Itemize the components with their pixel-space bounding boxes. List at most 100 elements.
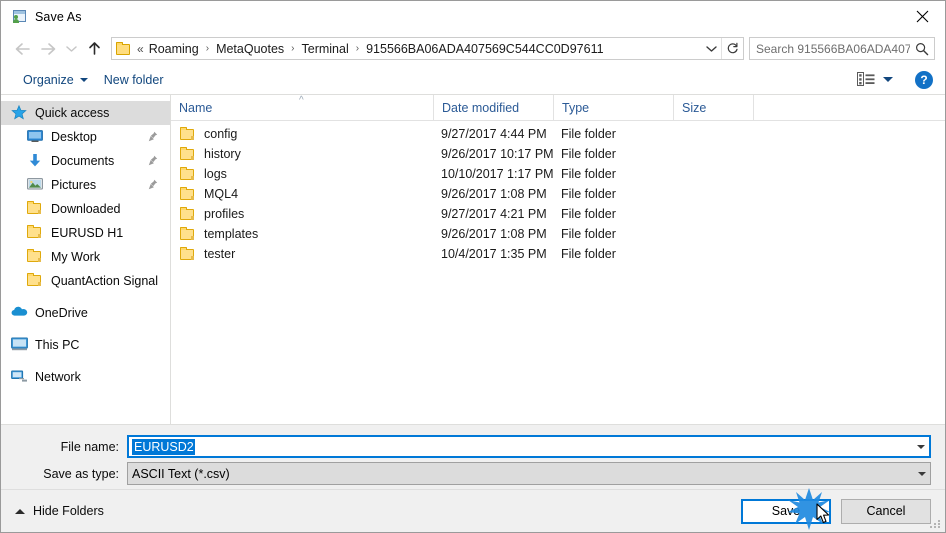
file-date-cell: 9/26/2017 10:17 PM xyxy=(441,147,553,161)
file-date-cell: 10/4/2017 1:35 PM xyxy=(441,247,547,261)
table-row[interactable]: tester 10/4/2017 1:35 PM File folder xyxy=(171,244,945,264)
table-row[interactable]: config 9/27/2017 4:44 PM File folder xyxy=(171,124,945,144)
sidebar-item-quick-access[interactable]: Quick access xyxy=(1,101,170,125)
save-as-type-select[interactable]: ASCII Text (*.csv) xyxy=(127,462,931,485)
organize-label: Organize xyxy=(23,72,74,87)
sidebar-item-onedrive[interactable]: OneDrive xyxy=(1,301,170,325)
help-button[interactable]: ? xyxy=(915,70,933,89)
column-header-name[interactable]: Name ^ xyxy=(171,95,433,121)
table-row[interactable]: MQL4 9/26/2017 1:08 PM File folder xyxy=(171,184,945,204)
sidebar-item-desktop[interactable]: Desktop xyxy=(1,125,170,149)
folder-icon xyxy=(180,127,196,141)
back-arrow-icon[interactable] xyxy=(9,36,35,62)
address-chevron-down-icon[interactable] xyxy=(701,38,721,59)
file-list-pane: Name ^ Date modified Type Size config 9/… xyxy=(171,94,945,424)
save-form: File name: EURUSD2 Save as type: ASCII T… xyxy=(1,425,945,490)
command-toolbar: Organize New folder ? xyxy=(1,65,945,95)
new-folder-button[interactable]: New folder xyxy=(96,69,172,91)
view-chevron-down-icon[interactable] xyxy=(883,77,893,82)
folder-icon xyxy=(27,273,45,289)
star-icon xyxy=(11,104,29,121)
breadcrumb-item-metaquotes[interactable]: MetaQuotes xyxy=(214,42,286,56)
pin-icon[interactable] xyxy=(148,155,158,166)
breadcrumb-separator-icon[interactable]: › xyxy=(351,43,364,54)
breadcrumb-item-guid[interactable]: 915566BA06ADA407569C544CC0D97611 xyxy=(364,42,605,56)
navigation-bar: « Roaming › MetaQuotes › Terminal › 9155… xyxy=(1,32,945,65)
file-name-cell: history xyxy=(171,147,433,161)
search-icon[interactable] xyxy=(910,42,934,56)
folder-icon xyxy=(180,187,196,201)
onedrive-cloud-icon xyxy=(11,305,29,321)
hide-folders-button[interactable]: Hide Folders xyxy=(11,504,104,518)
breadcrumb-item-terminal[interactable]: Terminal xyxy=(300,42,351,56)
column-header-type[interactable]: Type xyxy=(553,94,673,121)
folder-icon xyxy=(180,207,196,221)
pictures-icon xyxy=(27,177,45,193)
folder-icon xyxy=(180,227,196,241)
dialog-footer: Hide Folders Save Cancel xyxy=(1,490,945,532)
dialog-body: Quick access Desktop Documents Pictures … xyxy=(1,94,945,425)
table-row[interactable]: profiles 9/27/2017 4:21 PM File folder xyxy=(171,204,945,224)
pin-icon[interactable] xyxy=(148,179,158,190)
save-as-type-label: Save as type: xyxy=(43,466,119,481)
desktop-icon xyxy=(27,129,45,145)
title-bar: Save As xyxy=(1,1,945,32)
sidebar-item-network[interactable]: Network xyxy=(1,365,170,389)
file-date-cell: 9/27/2017 4:21 PM xyxy=(441,207,547,221)
breadcrumb-separator-icon[interactable]: › xyxy=(286,43,299,54)
cancel-button[interactable]: Cancel xyxy=(841,498,931,524)
save-as-dialog: Save As « Roaming › MetaQuotes › Termina xyxy=(0,0,946,533)
sidebar-item-this-pc[interactable]: This PC xyxy=(1,333,170,357)
breadcrumb-item-roaming[interactable]: Roaming xyxy=(147,42,201,56)
column-header-size[interactable]: Size xyxy=(673,94,753,121)
sidebar-item-pictures[interactable]: Pictures xyxy=(1,173,170,197)
file-name-input[interactable]: EURUSD2 xyxy=(127,435,931,458)
sidebar-item-quantaction-signal[interactable]: QuantAction Signal xyxy=(1,269,170,293)
folder-icon xyxy=(27,225,45,241)
file-type-cell: File folder xyxy=(561,227,616,241)
column-header-date-modified[interactable]: Date modified xyxy=(433,94,553,121)
sidebar-item-documents[interactable]: Documents xyxy=(1,149,170,173)
sidebar-item-eurusd-h1[interactable]: EURUSD H1 xyxy=(1,221,170,245)
resize-grip[interactable] xyxy=(930,518,942,530)
new-folder-label: New folder xyxy=(103,72,164,87)
forward-arrow-icon[interactable] xyxy=(35,36,61,62)
pin-icon[interactable] xyxy=(148,131,158,142)
file-name-cell: config xyxy=(171,127,433,141)
file-type-cell: File folder xyxy=(561,247,616,261)
file-type-cell: File folder xyxy=(561,207,616,221)
breadcrumb-separator-icon[interactable]: › xyxy=(201,43,214,54)
breadcrumb-overflow[interactable]: « xyxy=(134,42,147,56)
save-button[interactable]: Save xyxy=(741,498,831,524)
file-name-cell: tester xyxy=(171,247,433,261)
file-name-chevron-down-icon[interactable] xyxy=(912,437,929,456)
save-as-app-icon xyxy=(11,9,27,25)
table-row[interactable]: logs 10/10/2017 1:17 PM File folder xyxy=(171,164,945,184)
network-icon xyxy=(11,369,29,385)
address-bar[interactable]: « Roaming › MetaQuotes › Terminal › 9155… xyxy=(111,37,744,60)
refresh-icon[interactable] xyxy=(721,38,743,59)
sidebar-item-label: Pictures xyxy=(51,178,97,192)
recent-locations-chevron-down-icon[interactable] xyxy=(61,36,81,62)
sidebar-item-label: Documents xyxy=(51,154,115,168)
file-name-label: config xyxy=(204,127,238,141)
file-type-cell: File folder xyxy=(561,187,616,201)
file-name-label: File name: xyxy=(60,439,119,454)
sidebar-item-downloaded[interactable]: Downloaded xyxy=(1,197,170,221)
table-row[interactable]: history 9/26/2017 10:17 PM File folder xyxy=(171,144,945,164)
up-arrow-icon[interactable] xyxy=(81,36,107,62)
sidebar-item-my-work[interactable]: My Work xyxy=(1,245,170,269)
search-input[interactable]: Search 915566BA06ADA40756... xyxy=(749,37,935,60)
file-name-label: logs xyxy=(204,167,227,181)
close-icon[interactable] xyxy=(899,1,945,31)
file-date-cell: 9/26/2017 1:08 PM xyxy=(441,187,547,201)
view-options-icon[interactable] xyxy=(855,71,877,89)
organize-button[interactable]: Organize xyxy=(15,69,96,91)
save-as-type-chevron-down-icon[interactable] xyxy=(913,463,930,484)
table-row[interactable]: templates 9/26/2017 1:08 PM File folder xyxy=(171,224,945,244)
file-date-cell: 9/26/2017 1:08 PM xyxy=(441,227,547,241)
file-name-label: profiles xyxy=(204,207,245,221)
hide-folders-label: Hide Folders xyxy=(33,504,104,518)
this-pc-icon xyxy=(11,337,29,353)
sidebar-item-label: My Work xyxy=(51,250,101,264)
